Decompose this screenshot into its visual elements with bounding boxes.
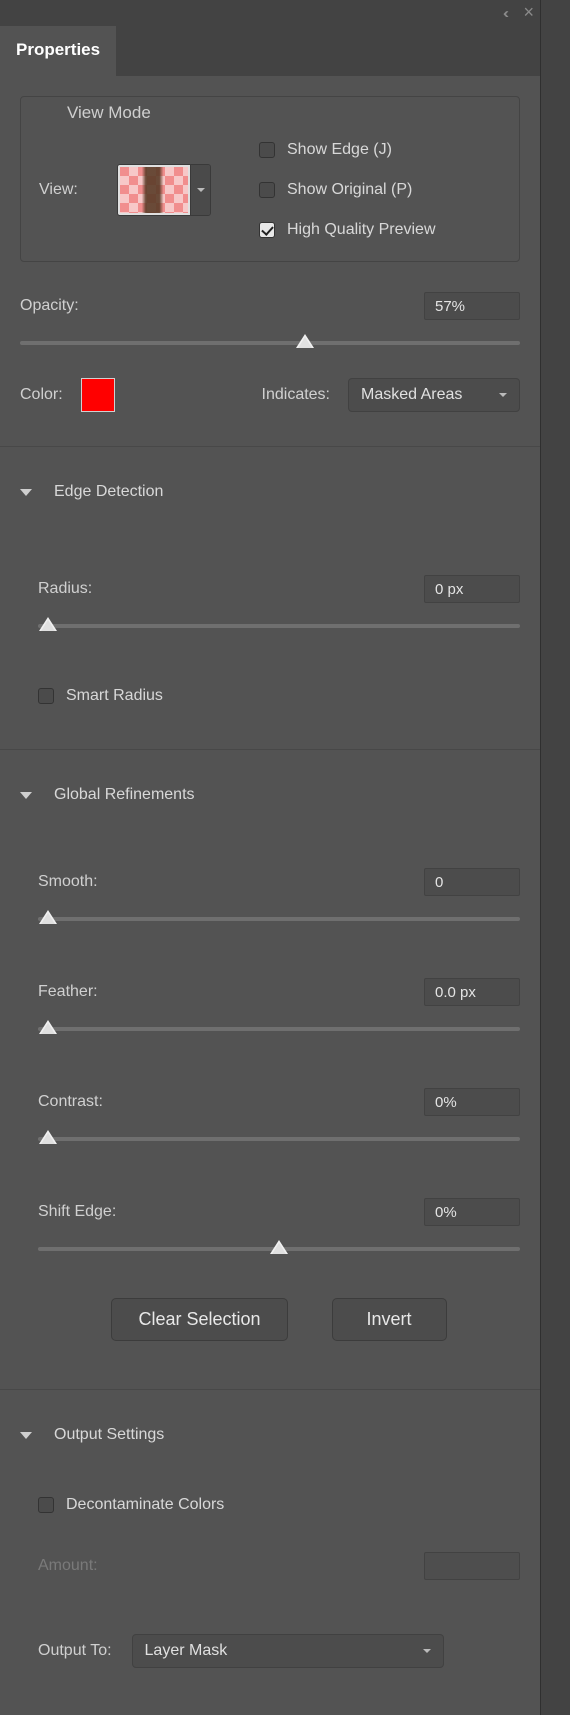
radius-slider[interactable] [38, 617, 520, 635]
chevron-down-icon [20, 792, 32, 799]
tab-strip: Properties [0, 26, 540, 76]
chevron-down-icon [197, 188, 205, 192]
show-edge-label: Show Edge (J) [287, 141, 392, 159]
slider-thumb-icon[interactable] [296, 334, 314, 350]
shift-edge-label: Shift Edge: [38, 1203, 116, 1221]
color-swatch[interactable] [81, 378, 115, 412]
radius-input[interactable] [424, 575, 520, 603]
slider-track [38, 1137, 520, 1141]
view-dropdown-button[interactable] [190, 165, 210, 215]
slider-thumb-icon[interactable] [270, 1240, 288, 1256]
global-refinements-title: Global Refinements [54, 786, 195, 804]
view-label: View: [39, 181, 117, 199]
decontaminate-colors-label: Decontaminate Colors [66, 1496, 224, 1514]
opacity-label: Opacity: [20, 297, 79, 315]
view-thumbnail-dropdown[interactable] [117, 164, 211, 216]
slider-thumb-icon[interactable] [39, 910, 57, 926]
smooth-slider[interactable] [38, 910, 520, 928]
chevron-down-icon [20, 489, 32, 496]
checkbox-icon [259, 142, 275, 158]
global-refinements-accordion[interactable]: Global Refinements [20, 786, 520, 804]
right-gutter [540, 0, 570, 1715]
smooth-input[interactable] [424, 868, 520, 896]
view-thumbnail [118, 165, 190, 215]
output-to-dropdown[interactable]: Layer Mask [132, 1634, 444, 1668]
slider-track [20, 341, 520, 345]
indicates-label: Indicates: [262, 386, 330, 404]
opacity-slider[interactable] [20, 334, 520, 352]
decontaminate-colors-checkbox[interactable]: Decontaminate Colors [38, 1496, 520, 1514]
output-settings-title: Output Settings [54, 1426, 164, 1444]
contrast-slider[interactable] [38, 1130, 520, 1148]
checkbox-icon [38, 688, 54, 704]
show-original-label: Show Original (P) [287, 181, 412, 199]
clear-selection-button[interactable]: Clear Selection [111, 1298, 287, 1341]
opacity-input[interactable] [424, 292, 520, 320]
chevron-down-icon [20, 1432, 32, 1439]
feather-label: Feather: [38, 983, 98, 1001]
smooth-label: Smooth: [38, 873, 98, 891]
shift-edge-slider[interactable] [38, 1240, 520, 1258]
feather-slider[interactable] [38, 1020, 520, 1038]
slider-track [38, 1027, 520, 1031]
slider-thumb-icon[interactable] [39, 1020, 57, 1036]
checkbox-icon [38, 1497, 54, 1513]
checkbox-icon [259, 222, 275, 238]
show-edge-checkbox[interactable]: Show Edge (J) [259, 141, 436, 159]
edge-detection-accordion[interactable]: Edge Detection [20, 483, 520, 501]
tab-properties[interactable]: Properties [0, 26, 116, 76]
slider-thumb-icon[interactable] [39, 1130, 57, 1146]
invert-button[interactable]: Invert [332, 1298, 447, 1341]
view-mode-group: View Mode View: Show Edge (J) [20, 96, 520, 262]
output-to-value: Layer Mask [145, 1642, 228, 1660]
slider-thumb-icon[interactable] [39, 617, 57, 633]
chevron-down-icon [499, 393, 507, 397]
panel-titlebar: ‹‹ × [0, 0, 540, 26]
chevron-down-icon [423, 1649, 431, 1653]
high-quality-preview-checkbox[interactable]: High Quality Preview [259, 221, 436, 239]
indicates-dropdown[interactable]: Masked Areas [348, 378, 520, 412]
shift-edge-input[interactable] [424, 1198, 520, 1226]
contrast-label: Contrast: [38, 1093, 103, 1111]
amount-input [424, 1552, 520, 1580]
output-settings-accordion[interactable]: Output Settings [20, 1426, 520, 1444]
slider-track [38, 624, 520, 628]
output-to-label: Output To: [38, 1642, 112, 1660]
checkbox-icon [259, 182, 275, 198]
color-label: Color: [20, 386, 63, 404]
feather-input[interactable] [424, 978, 520, 1006]
amount-label: Amount: [38, 1557, 98, 1575]
view-mode-legend: View Mode [59, 103, 159, 123]
smart-radius-checkbox[interactable]: Smart Radius [38, 687, 520, 705]
collapse-icon[interactable]: ‹‹ [503, 5, 505, 23]
slider-track [38, 917, 520, 921]
show-original-checkbox[interactable]: Show Original (P) [259, 181, 436, 199]
close-icon[interactable]: × [523, 3, 534, 21]
radius-label: Radius: [38, 580, 92, 598]
indicates-value: Masked Areas [361, 386, 462, 404]
high-quality-preview-label: High Quality Preview [287, 221, 436, 239]
contrast-input[interactable] [424, 1088, 520, 1116]
smart-radius-label: Smart Radius [66, 687, 163, 705]
edge-detection-title: Edge Detection [54, 483, 163, 501]
